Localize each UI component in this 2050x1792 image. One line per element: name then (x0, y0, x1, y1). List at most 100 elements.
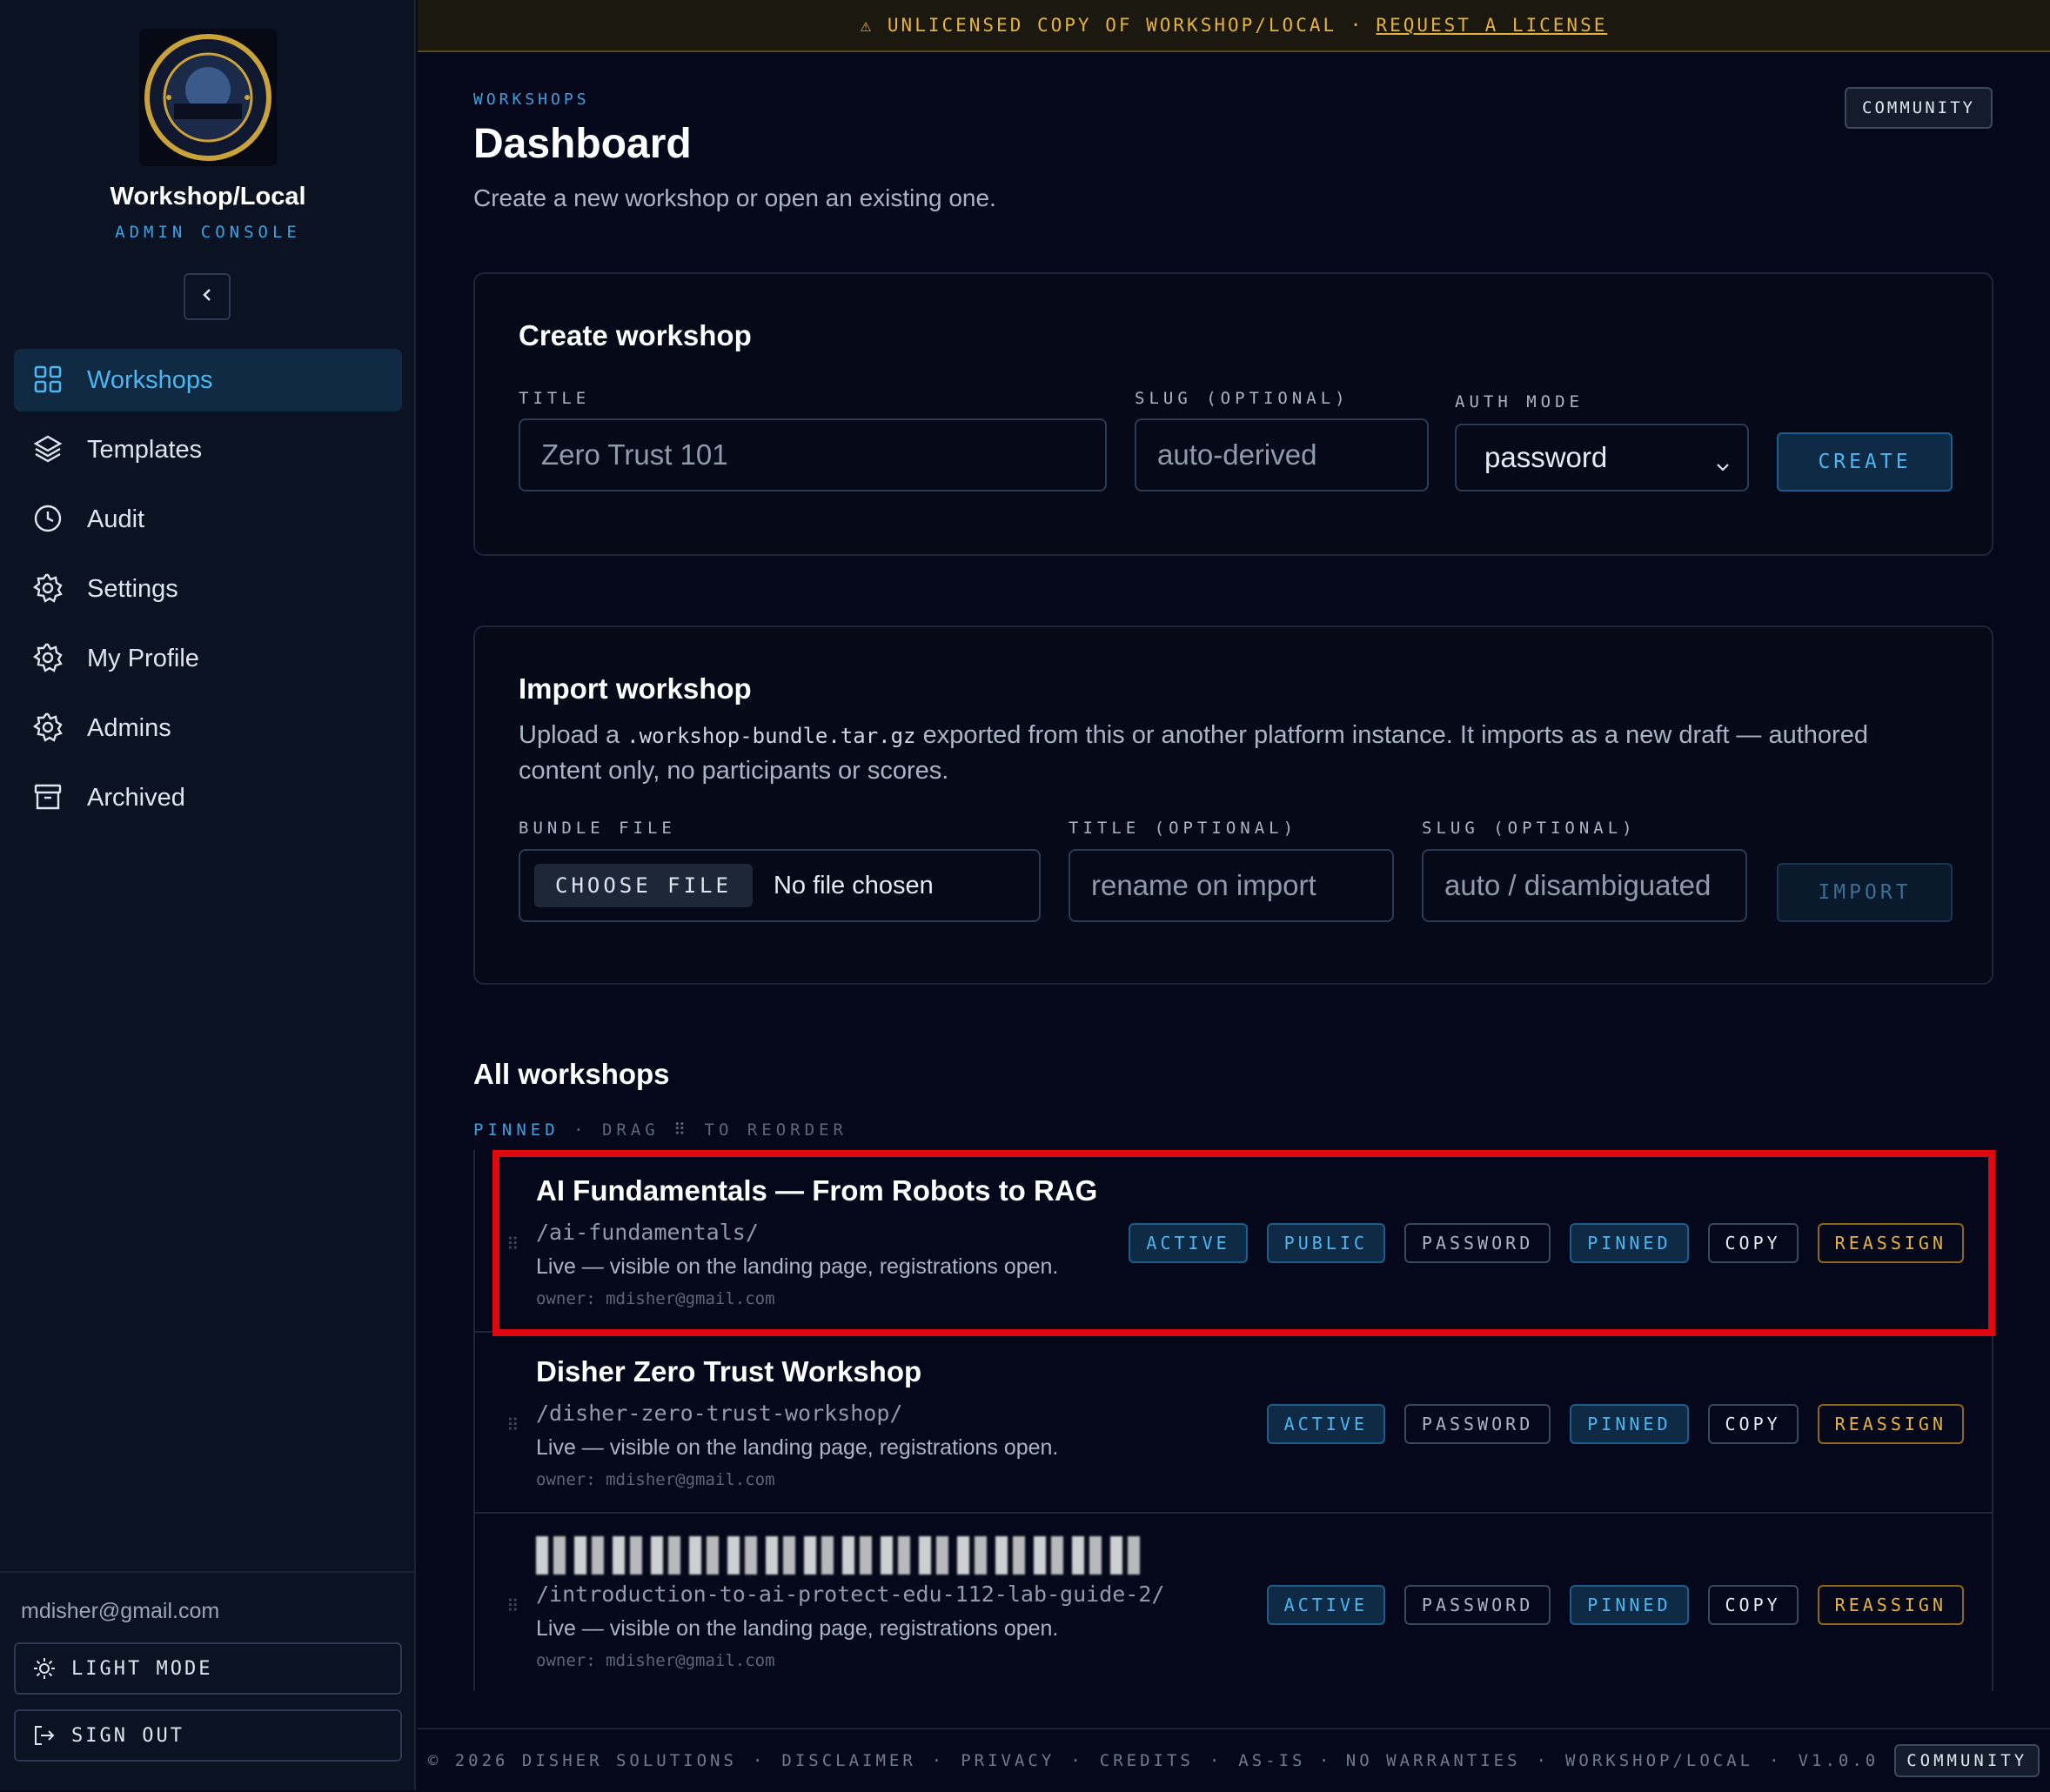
light-mode-button[interactable]: LIGHT MODE (14, 1642, 402, 1695)
gear-icon (33, 712, 64, 744)
import-workshop-card: Import workshop Upload a .workshop-bundl… (473, 625, 1993, 985)
collapse-sidebar-button[interactable] (184, 273, 231, 320)
sidebar-item-workshops[interactable]: Workshops (14, 349, 402, 411)
sidebar-item-admins[interactable]: Admins (14, 697, 402, 759)
import-title-input[interactable]: rename on import (1069, 849, 1394, 922)
create-workshop-card: Create workshop TITLE Zero Trust 101 SLU… (473, 272, 1993, 556)
banner-text: ⚠ UNLICENSED COPY OF WORKSHOP/LOCAL · (860, 15, 1364, 36)
sidebar-item-settings[interactable]: Settings (14, 558, 402, 620)
drag-handle-icon[interactable]: ⠿ (506, 1595, 519, 1617)
gear-icon (33, 573, 64, 605)
workshop-title-redacted[interactable] (536, 1536, 1145, 1575)
password-toggle[interactable]: PASSWORD (1404, 1404, 1551, 1444)
sidebar-item-audit[interactable]: Audit (14, 488, 402, 551)
light-mode-label: LIGHT MODE (71, 1657, 213, 1680)
sidebar: Workshop/Local ADMIN CONSOLE Workshops T… (0, 0, 416, 1790)
title-label: TITLE (519, 389, 591, 408)
auth-mode-label: AUTH MODE (1455, 392, 1584, 411)
chevron-left-icon (198, 286, 216, 308)
layers-icon (33, 434, 64, 465)
workshop-row[interactable]: ⠿ Disher Zero Trust Workshop /disher-zer… (475, 1331, 1992, 1514)
page-title: Dashboard (473, 121, 692, 167)
footer-disclaimer-link[interactable]: DISCLAIMER (781, 1751, 915, 1770)
import-slug-input[interactable]: auto / disambiguated (1422, 849, 1747, 922)
title-input[interactable]: Zero Trust 101 (519, 418, 1107, 491)
all-workshops-title: All workshops (473, 1058, 670, 1090)
import-desc-before: Upload a (519, 721, 620, 749)
create-button[interactable]: CREATE (1777, 432, 1953, 491)
pinned-label: PINNED (473, 1120, 559, 1140)
drag-handle-icon[interactable]: ⠿ (506, 1414, 519, 1436)
workshop-row[interactable]: ⠿ /introduction-to-ai-protect-edu-112-la… (475, 1512, 1992, 1691)
archive-icon (33, 782, 64, 813)
sidebar-item-label: Audit (87, 505, 145, 533)
sidebar-item-label: My Profile (87, 644, 199, 672)
pinned-toggle[interactable]: PINNED (1570, 1585, 1689, 1625)
bundle-file-label: BUNDLE FILE (519, 819, 676, 838)
footer-edition-badge: COMMUNITY (1894, 1744, 2040, 1777)
selection-highlight (492, 1150, 1995, 1336)
no-file-text: No file chosen (773, 871, 934, 899)
workshop-slug: /disher-zero-trust-workshop/ (536, 1401, 903, 1426)
sun-icon (33, 1657, 56, 1680)
choose-file-button[interactable]: CHOOSE FILE (534, 864, 753, 907)
sidebar-item-label: Templates (87, 435, 203, 464)
workshop-slug: /introduction-to-ai-protect-edu-112-lab-… (536, 1581, 1165, 1607)
copy-button[interactable]: COPY (1707, 1404, 1799, 1444)
clock-icon (33, 504, 64, 535)
active-toggle[interactable]: ACTIVE (1266, 1404, 1385, 1444)
sidebar-item-label: Archived (87, 783, 185, 812)
auth-mode-value: password (1484, 441, 1608, 473)
reassign-button[interactable]: REASSIGN (1817, 1404, 1964, 1444)
workshop-tags: ACTIVE PASSWORD PINNED COPY REASSIGN (1266, 1404, 1964, 1444)
sidebar-nav: Workshops Templates Audit Settings My Pr… (14, 349, 402, 836)
sidebar-item-templates[interactable]: Templates (14, 418, 402, 481)
sign-out-label: SIGN OUT (71, 1724, 184, 1747)
footer-version: V1.0.0 (1798, 1751, 1879, 1770)
auth-mode-select[interactable]: password (1455, 424, 1749, 491)
reassign-button[interactable]: REASSIGN (1817, 1585, 1964, 1625)
workshop-tags: ACTIVE PASSWORD PINNED COPY REASSIGN (1266, 1585, 1964, 1625)
sidebar-item-label: Settings (87, 574, 178, 603)
sidebar-item-archived[interactable]: Archived (14, 766, 402, 829)
breadcrumb[interactable]: WORKSHOPS (473, 90, 590, 109)
chevron-down-icon (1714, 450, 1732, 483)
create-workshop-title: Create workshop (519, 319, 752, 351)
import-workshop-title: Import workshop (519, 672, 752, 705)
footer-product: WORKSHOP/LOCAL (1564, 1751, 1754, 1770)
footer-as-is-link[interactable]: AS-IS · NO WARRANTIES (1238, 1751, 1520, 1770)
copy-button[interactable]: COPY (1707, 1585, 1799, 1625)
slug-input[interactable]: auto-derived (1135, 418, 1429, 491)
sidebar-divider (0, 1571, 416, 1573)
active-toggle[interactable]: ACTIVE (1266, 1585, 1385, 1625)
app-subtitle: ADMIN CONSOLE (115, 223, 301, 242)
footer-privacy-link[interactable]: PRIVACY (961, 1751, 1055, 1770)
pinned-toggle[interactable]: PINNED (1570, 1404, 1689, 1444)
password-toggle[interactable]: PASSWORD (1404, 1585, 1551, 1625)
app-name: Workshop/Local (110, 183, 306, 211)
pinned-hint: PINNED · DRAG ⠿ TO REORDER (473, 1120, 847, 1140)
import-button[interactable]: IMPORT (1777, 863, 1953, 922)
sidebar-item-label: Admins (87, 713, 171, 742)
slug-label: SLUG (OPTIONAL) (1135, 389, 1350, 408)
app-logo (139, 29, 277, 166)
footer-credits-link[interactable]: CREDITS (1100, 1751, 1194, 1770)
grid-icon (33, 364, 64, 396)
request-license-link[interactable]: REQUEST A LICENSE (1376, 15, 1607, 36)
import-description: Upload a .workshop-bundle.tar.gz exporte… (519, 718, 1946, 788)
bundle-filename: .workshop-bundle.tar.gz (626, 724, 916, 748)
import-slug-label: SLUG (OPTIONAL) (1422, 819, 1637, 838)
sidebar-item-label: Workshops (87, 365, 213, 394)
sign-out-button[interactable]: SIGN OUT (14, 1709, 402, 1762)
edition-badge: COMMUNITY (1845, 87, 1993, 129)
workshop-owner: owner: mdisher@gmail.com (536, 1651, 775, 1670)
import-title-label: TITLE (OPTIONAL) (1069, 819, 1298, 838)
page-subtitle: Create a new workshop or open an existin… (473, 184, 996, 211)
license-banner: ⚠ UNLICENSED COPY OF WORKSHOP/LOCAL · RE… (418, 0, 2050, 52)
workshop-title[interactable]: Disher Zero Trust Workshop (536, 1355, 921, 1388)
bundle-file-input[interactable]: CHOOSE FILE No file chosen (519, 849, 1041, 922)
workshop-owner: owner: mdisher@gmail.com (536, 1470, 775, 1489)
workshop-status-desc: Live — visible on the landing page, regi… (536, 1435, 1059, 1460)
user-email: mdisher@gmail.com (21, 1599, 220, 1623)
sidebar-item-my-profile[interactable]: My Profile (14, 627, 402, 690)
